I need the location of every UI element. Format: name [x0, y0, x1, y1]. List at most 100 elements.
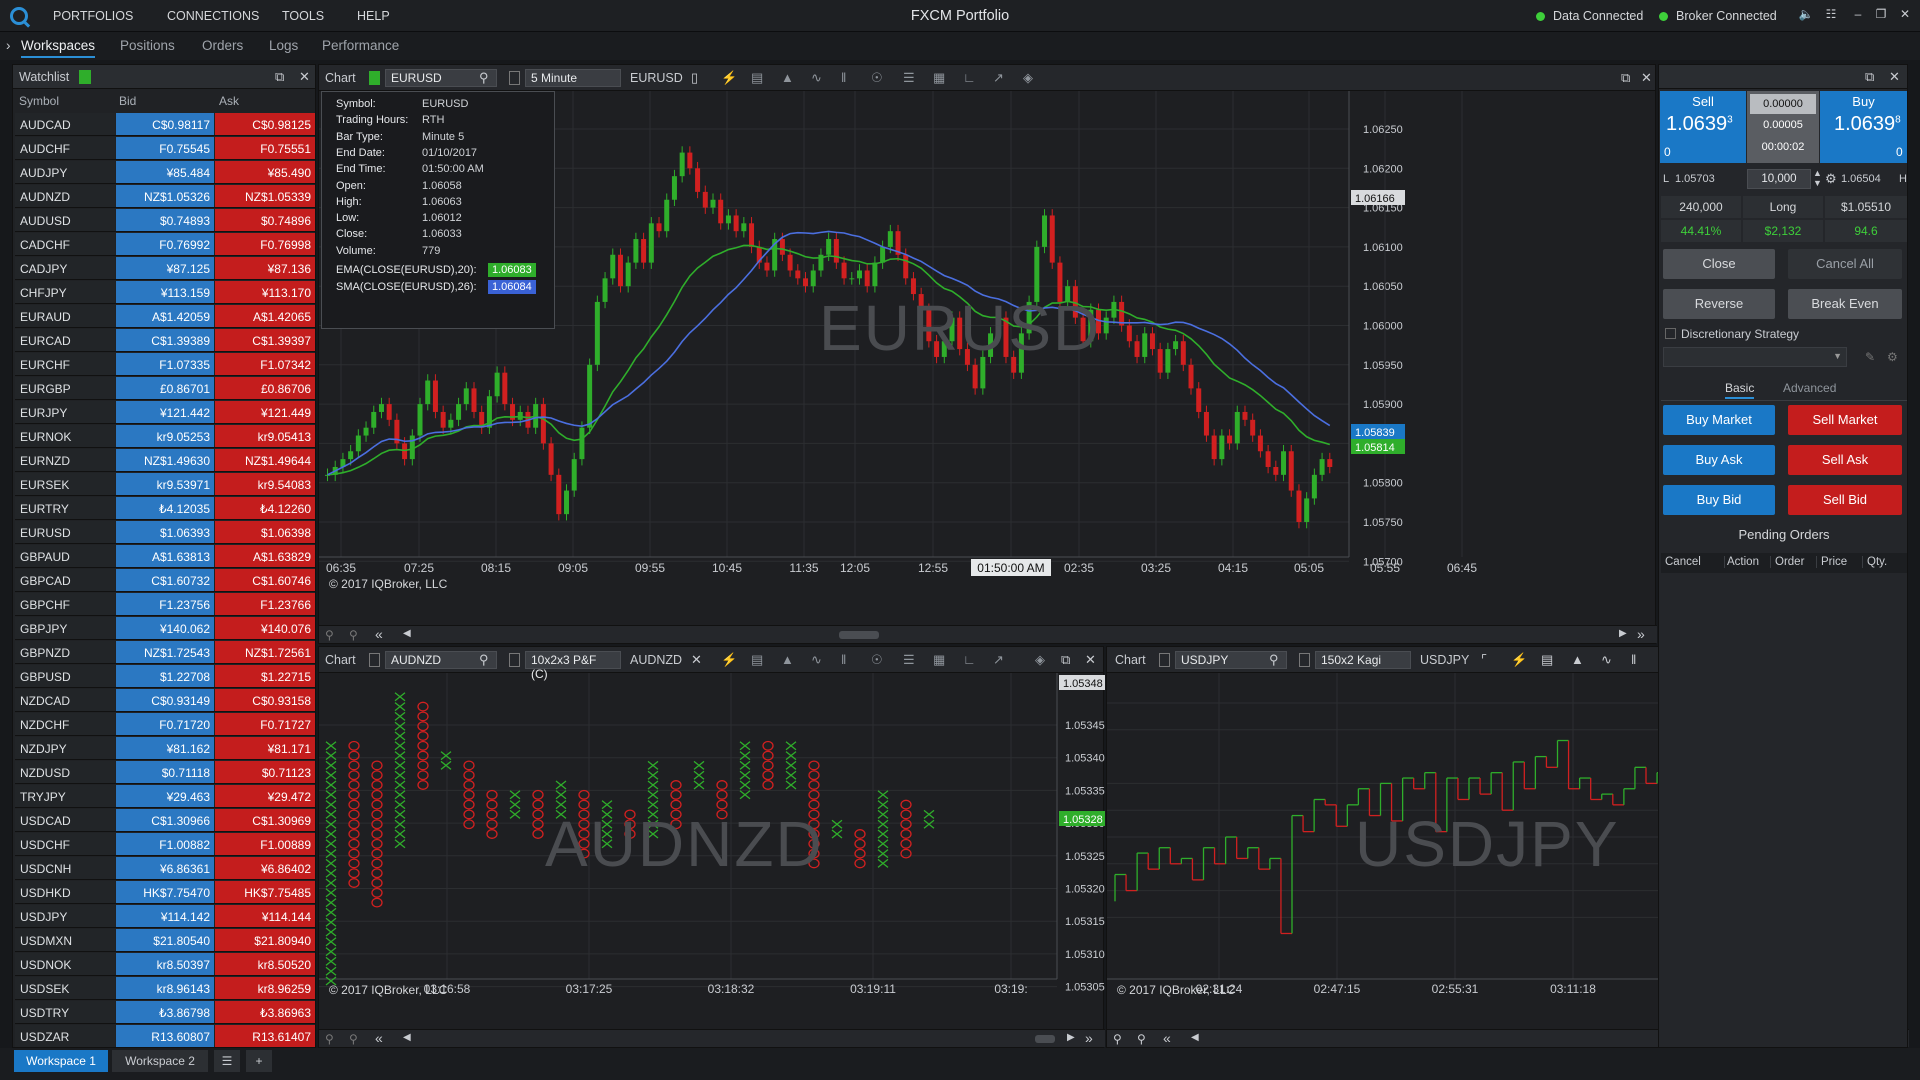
tab-logs[interactable]: Logs — [269, 38, 298, 53]
pin-icon[interactable]: ☉ — [871, 70, 883, 86]
watchlist-ask[interactable]: $21.80940 — [215, 929, 315, 951]
zoom-in-icon[interactable]: ⚲ — [349, 1032, 358, 1046]
watchlist-bid[interactable]: C$0.93149 — [116, 689, 214, 711]
close-icon[interactable]: ✕ — [1641, 70, 1652, 86]
watchlist-row[interactable]: GBPUSD $1.22708 $1.22715 — [15, 665, 315, 688]
strategy-select[interactable]: ▼ — [1663, 347, 1847, 367]
watchlist-row[interactable]: USDZAR R13.60807 R13.61407 — [15, 1025, 315, 1048]
col-cancel[interactable]: Cancel — [1665, 556, 1725, 568]
watchlist-row[interactable]: NZDCHF F0.71720 F0.71727 — [15, 713, 315, 736]
cancel-all-button[interactable]: Cancel All — [1788, 249, 1902, 279]
watchlist-row[interactable]: AUDCHF F0.75545 F0.75551 — [15, 137, 315, 160]
watchlist-bid[interactable]: F1.23756 — [116, 593, 214, 615]
watchlist-row[interactable]: NZDJPY ¥81.162 ¥81.171 — [15, 737, 315, 760]
watchlist-bid[interactable]: kr8.96143 — [116, 977, 214, 999]
candlestick-icon[interactable]: ▯ — [691, 70, 698, 86]
watchlist-bid[interactable]: F0.71720 — [116, 713, 214, 735]
column-bid[interactable]: Bid — [119, 94, 136, 108]
buy-bid-button[interactable]: Buy Bid — [1663, 485, 1775, 515]
line-chart-icon[interactable]: ∿ — [811, 70, 822, 86]
watchlist-row[interactable]: USDCHF F1.00882 F1.00889 — [15, 833, 315, 856]
watchlist-bid[interactable]: NZ$1.49630 — [116, 449, 214, 471]
watchlist-bid[interactable]: ¥81.162 — [116, 737, 214, 759]
watchlist-row[interactable]: GBPNZD NZ$1.72543 NZ$1.72561 — [15, 641, 315, 664]
watchlist-bid[interactable]: ¥140.062 — [116, 617, 214, 639]
scroll-end-icon[interactable]: » — [1637, 626, 1645, 642]
sell-bid-button[interactable]: Sell Bid — [1788, 485, 1902, 515]
add-workspace-icon[interactable]: + — [246, 1050, 272, 1072]
watchlist-bid[interactable]: C$0.98117 — [116, 113, 214, 135]
buy-quote-button[interactable]: Buy 1.06398 0 — [1820, 91, 1907, 163]
watchlist-bid[interactable]: C$1.60732 — [116, 569, 214, 591]
column-ask[interactable]: Ask — [219, 94, 239, 108]
pin-icon[interactable]: ☉ — [871, 652, 883, 668]
watchlist-ask[interactable]: ₺4.12260 — [215, 497, 315, 519]
interval-select[interactable]: 10x2x3 P&F (C) — [525, 651, 621, 681]
indicators-icon[interactable]: ‖ — [841, 652, 846, 667]
watchlist-ask[interactable]: A$1.63829 — [215, 545, 315, 567]
workspace-tab-1[interactable]: Workspace 1 — [14, 1050, 108, 1072]
watchlist-row[interactable]: GBPAUD A$1.63813 A$1.63829 — [15, 545, 315, 568]
watchlist-row[interactable]: GBPJPY ¥140.062 ¥140.076 — [15, 617, 315, 640]
layers-icon[interactable]: ◈ — [1023, 70, 1033, 86]
watchlist-ask[interactable]: C$1.60746 — [215, 569, 315, 591]
trend-icon[interactable]: ↗ — [993, 70, 1004, 86]
interval-select[interactable]: 150x2 Kagi — [1315, 651, 1411, 669]
watchlist-row[interactable]: USDCNH ¥6.86361 ¥6.86402 — [15, 857, 315, 880]
watchlist-ask[interactable]: C$1.30969 — [215, 809, 315, 831]
indicators-icon[interactable]: ‖ — [841, 70, 846, 85]
watchlist-ask[interactable]: C$0.98125 — [215, 113, 315, 135]
link-indicator-icon[interactable] — [1159, 653, 1170, 667]
col-price[interactable]: Price — [1821, 556, 1863, 568]
watchlist-row[interactable]: USDMXN $21.80540 $21.80940 — [15, 929, 315, 952]
watchlist-bid[interactable]: C$1.30966 — [116, 809, 214, 831]
zoom-out-icon[interactable]: ⚲ — [325, 628, 334, 642]
watchlist-row[interactable]: USDNOK kr8.50397 kr8.50520 — [15, 953, 315, 976]
zoom-in-icon[interactable]: ⚲ — [349, 628, 358, 642]
watchlist-bid[interactable]: C$1.39389 — [116, 329, 214, 351]
chart-scrollbar[interactable]: ⚲ ⚲ « ◀ ▶ » — [319, 1029, 1105, 1047]
point-figure-icon[interactable]: ✕ — [691, 652, 702, 668]
scroll-end-icon[interactable]: » — [1085, 1030, 1093, 1046]
close-window-icon[interactable]: ✕ — [1897, 7, 1913, 23]
checkbox-icon[interactable] — [509, 71, 520, 85]
watchlist-ask[interactable]: $1.22715 — [215, 665, 315, 687]
watchlist-row[interactable]: EURNOK kr9.05253 kr9.05413 — [15, 425, 315, 448]
watchlist-row[interactable]: USDJPY ¥114.142 ¥114.144 — [15, 905, 315, 928]
watchlist-ask[interactable]: $1.06398 — [215, 521, 315, 543]
watchlist-row[interactable]: USDHKD HK$7.75470 HK$7.75485 — [15, 881, 315, 904]
watchlist-bid[interactable]: ¥114.142 — [116, 905, 214, 927]
buy-ask-button[interactable]: Buy Ask — [1663, 445, 1775, 475]
watchlist-row[interactable]: USDSEK kr8.96143 kr8.96259 — [15, 977, 315, 1000]
column-symbol[interactable]: Symbol — [19, 94, 59, 108]
tab-positions[interactable]: Positions — [120, 38, 175, 53]
link-indicator-icon[interactable] — [369, 653, 380, 667]
chart-scrollbar[interactable]: ⚲ ⚲ « ◀ ▶ » — [319, 625, 1657, 643]
checkbox-icon[interactable] — [1299, 653, 1310, 667]
watchlist-bid[interactable]: ¥85.484 — [116, 161, 214, 183]
watchlist-bid[interactable]: $0.74893 — [116, 209, 214, 231]
watchlist-bid[interactable]: $21.80540 — [116, 929, 214, 951]
watchlist-ask[interactable]: HK$7.75485 — [215, 881, 315, 903]
link-indicator-icon[interactable] — [369, 71, 380, 85]
watchlist-ask[interactable]: ¥140.076 — [215, 617, 315, 639]
discretionary-checkbox[interactable] — [1665, 328, 1676, 339]
watchlist-bid[interactable]: ¥121.442 — [116, 401, 214, 423]
layers-icon[interactable]: ◈ — [1035, 652, 1045, 668]
watchlist-ask[interactable]: $0.71123 — [215, 761, 315, 783]
watchlist-row[interactable]: EURCAD C$1.39389 C$1.39397 — [15, 329, 315, 352]
speaker-icon[interactable]: 🔈 — [1798, 7, 1814, 23]
watchlist-row[interactable]: EURCHF F1.07335 F1.07342 — [15, 353, 315, 376]
watchlist-bid[interactable]: ¥113.159 — [116, 281, 214, 303]
grid-icon[interactable]: ▦ — [933, 652, 945, 668]
bars-icon[interactable]: ▤ — [1541, 652, 1553, 668]
watchlist-row[interactable]: EURAUD A$1.42059 A$1.42065 — [15, 305, 315, 328]
scroll-start-icon[interactable]: « — [1163, 1030, 1171, 1046]
col-qty[interactable]: Qty. — [1867, 556, 1887, 568]
watchlist-row[interactable]: NZDUSD $0.71118 $0.71123 — [15, 761, 315, 784]
watchlist-bid[interactable]: F1.07335 — [116, 353, 214, 375]
watchlist-ask[interactable]: C$0.93158 — [215, 689, 315, 711]
watchlist-bid[interactable]: kr9.53971 — [116, 473, 214, 495]
menu-icon[interactable]: ☰ — [214, 1050, 240, 1072]
search-icon[interactable]: ⚲ — [479, 652, 489, 668]
